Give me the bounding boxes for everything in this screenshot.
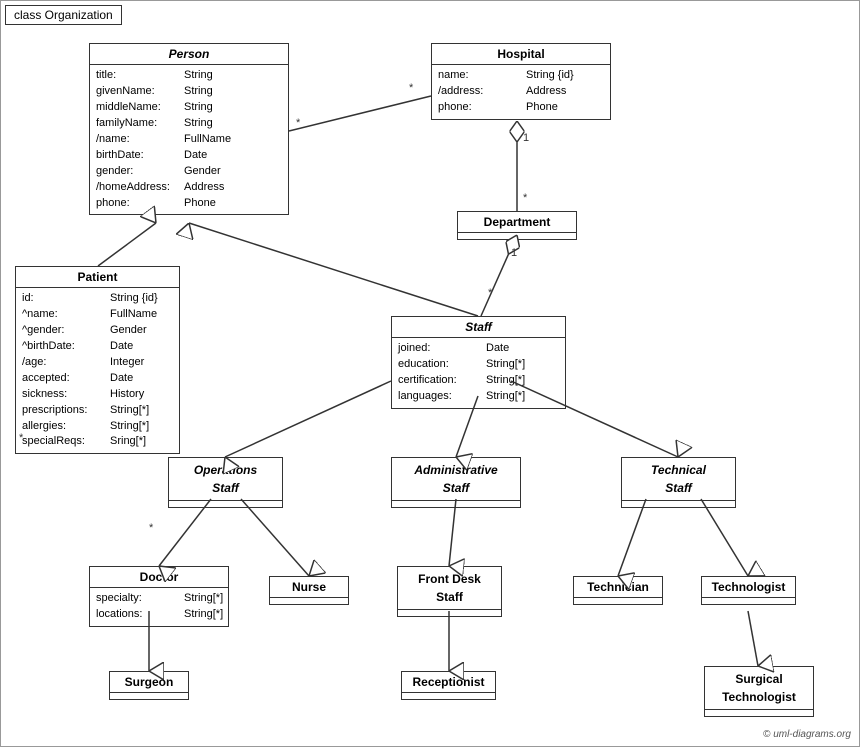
class-staff-name: Staff bbox=[392, 317, 565, 338]
class-department-attrs bbox=[458, 233, 576, 239]
class-hospital-name: Hospital bbox=[432, 44, 610, 65]
svg-text:*: * bbox=[409, 82, 414, 94]
svg-text:*: * bbox=[488, 287, 493, 299]
svg-text:1: 1 bbox=[511, 247, 517, 259]
class-technician-name: Technician bbox=[574, 577, 662, 598]
class-receptionist: Receptionist bbox=[401, 671, 496, 700]
class-doctor: Doctor specialty:String[*] locations:Str… bbox=[89, 566, 229, 627]
class-patient-name: Patient bbox=[16, 267, 179, 288]
diagram-title: class Organization bbox=[5, 5, 122, 25]
class-administrative-staff-name: AdministrativeStaff bbox=[392, 458, 520, 501]
class-technologist: Technologist bbox=[701, 576, 796, 605]
class-technician: Technician bbox=[573, 576, 663, 605]
class-operations-staff-attrs bbox=[169, 501, 282, 507]
svg-text:*: * bbox=[149, 522, 154, 534]
class-administrative-staff-attrs bbox=[392, 501, 520, 507]
class-doctor-attrs: specialty:String[*] locations:String[*] bbox=[90, 588, 228, 626]
class-nurse: Nurse bbox=[269, 576, 349, 605]
class-front-desk-staff: Front DeskStaff bbox=[397, 566, 502, 617]
class-person-name: Person bbox=[90, 44, 288, 65]
class-hospital: Hospital name:String {id} /address:Addre… bbox=[431, 43, 611, 120]
class-patient: Patient id:String {id} ^name:FullName ^g… bbox=[15, 266, 180, 454]
diagram-container: class Organization Person title:String g… bbox=[0, 0, 860, 747]
class-nurse-attrs bbox=[270, 598, 348, 604]
class-department-name: Department bbox=[458, 212, 576, 233]
class-receptionist-attrs bbox=[402, 693, 495, 699]
class-nurse-name: Nurse bbox=[270, 577, 348, 598]
class-technical-staff-attrs bbox=[622, 501, 735, 507]
class-surgical-technologist: SurgicalTechnologist bbox=[704, 666, 814, 717]
class-doctor-name: Doctor bbox=[90, 567, 228, 588]
class-technical-staff-name: TechnicalStaff bbox=[622, 458, 735, 501]
class-staff: Staff joined:Date education:String[*] ce… bbox=[391, 316, 566, 409]
class-technical-staff: TechnicalStaff bbox=[621, 457, 736, 508]
class-operations-staff-name: OperationsStaff bbox=[169, 458, 282, 501]
class-technologist-attrs bbox=[702, 598, 795, 604]
class-department: Department bbox=[457, 211, 577, 240]
class-surgeon: Surgeon bbox=[109, 671, 189, 700]
class-operations-staff: OperationsStaff bbox=[168, 457, 283, 508]
class-staff-attrs: joined:Date education:String[*] certific… bbox=[392, 338, 565, 408]
class-receptionist-name: Receptionist bbox=[402, 672, 495, 693]
class-person-attrs: title:String givenName:String middleName… bbox=[90, 65, 288, 214]
class-hospital-attrs: name:String {id} /address:Address phone:… bbox=[432, 65, 610, 119]
class-patient-attrs: id:String {id} ^name:FullName ^gender:Ge… bbox=[16, 288, 179, 453]
svg-text:*: * bbox=[523, 192, 528, 204]
svg-text:1: 1 bbox=[523, 132, 529, 144]
svg-text:*: * bbox=[296, 117, 301, 129]
class-administrative-staff: AdministrativeStaff bbox=[391, 457, 521, 508]
class-surgeon-attrs bbox=[110, 693, 188, 699]
class-front-desk-staff-attrs bbox=[398, 610, 501, 616]
class-technologist-name: Technologist bbox=[702, 577, 795, 598]
class-surgical-technologist-attrs bbox=[705, 710, 813, 716]
class-person: Person title:String givenName:String mid… bbox=[89, 43, 289, 215]
copyright: © uml-diagrams.org bbox=[763, 729, 851, 740]
class-surgical-technologist-name: SurgicalTechnologist bbox=[705, 667, 813, 710]
class-technician-attrs bbox=[574, 598, 662, 604]
class-surgeon-name: Surgeon bbox=[110, 672, 188, 693]
class-front-desk-staff-name: Front DeskStaff bbox=[398, 567, 501, 610]
